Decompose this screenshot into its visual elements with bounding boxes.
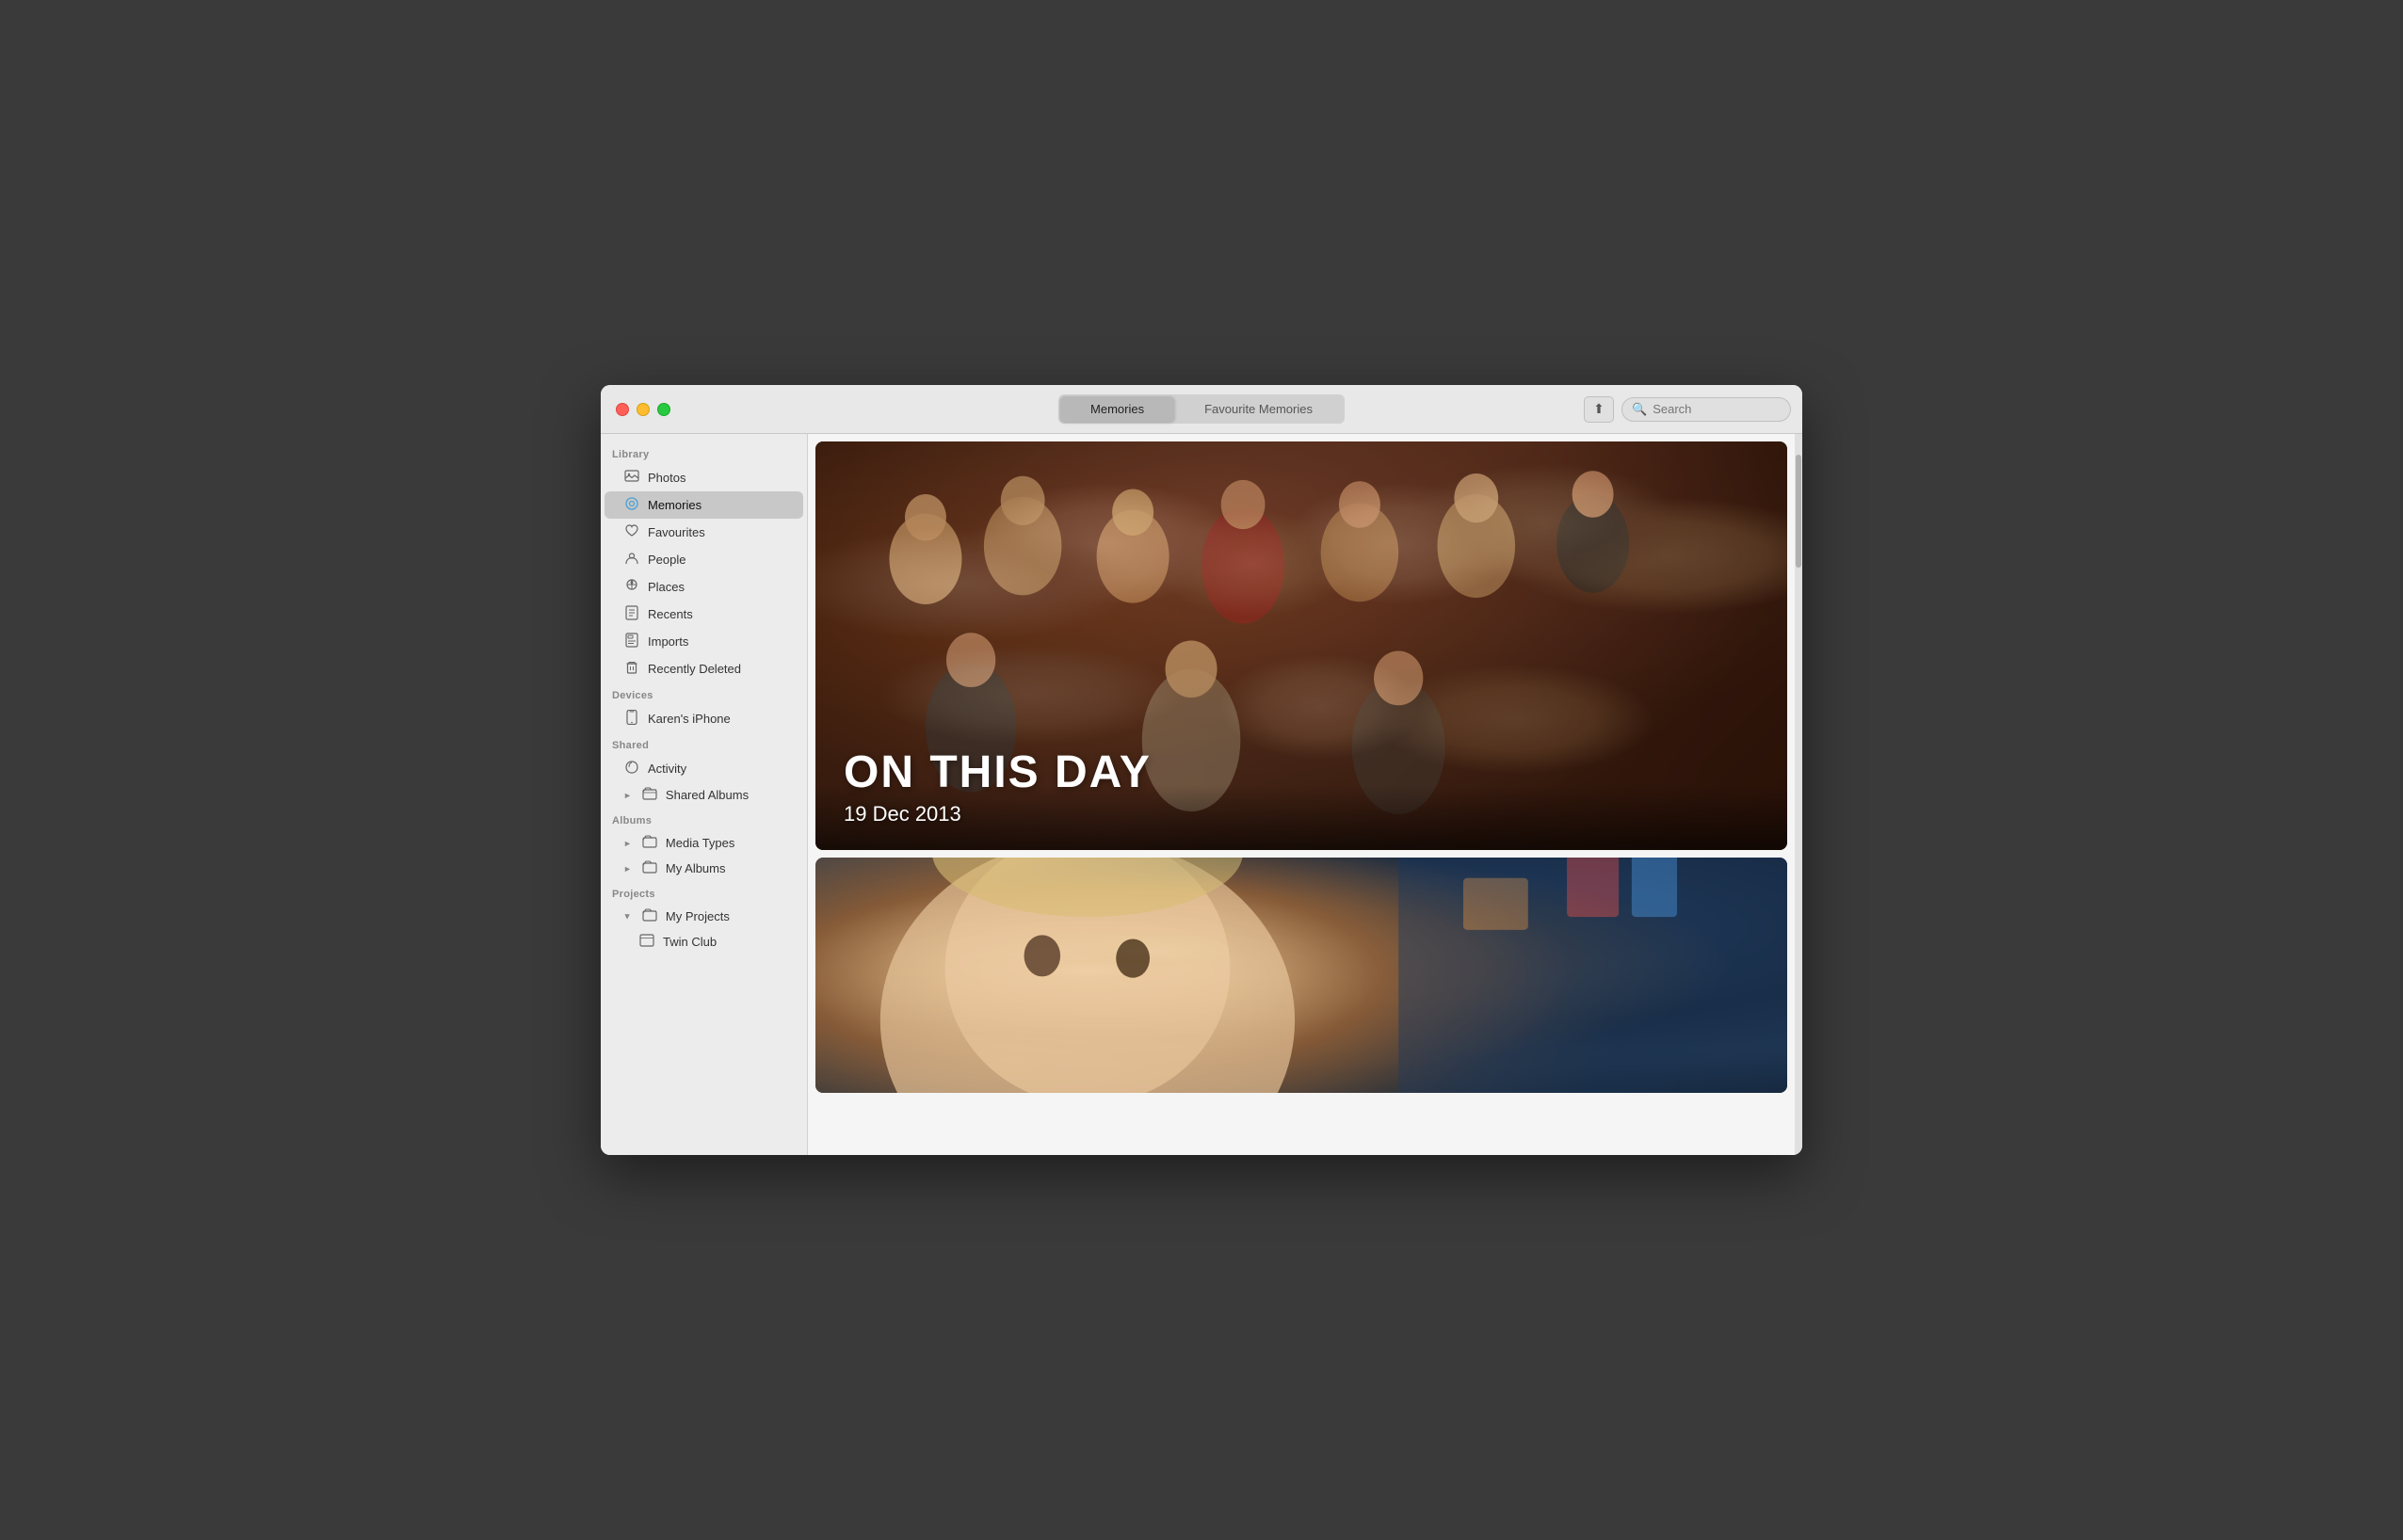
sidebar-item-activity[interactable]: Activity (605, 755, 803, 782)
main-window: Memories Favourite Memories ⬆ 🔍 Library (601, 385, 1802, 1155)
main-content: Library Photos M (601, 434, 1802, 1155)
memory-image-2 (815, 858, 1787, 1093)
titlebar: Memories Favourite Memories ⬆ 🔍 (601, 385, 1802, 434)
sidebar-item-people[interactable]: People (605, 546, 803, 573)
sidebar-label-karens-iphone: Karen's iPhone (648, 712, 731, 726)
section-label-albums: Albums (601, 808, 807, 830)
sidebar-label-media-types: Media Types (666, 836, 734, 850)
memory-overlay-1: ON THIS DAY 19 Dec 2013 (815, 720, 1787, 850)
sidebar-label-recents: Recents (648, 607, 693, 621)
scrollbar[interactable] (1795, 434, 1802, 1155)
places-icon (623, 578, 640, 596)
section-label-projects: Projects (601, 881, 807, 904)
sidebar-label-my-projects: My Projects (666, 909, 730, 923)
sidebar-item-memories[interactable]: Memories (605, 491, 803, 519)
memory-card-2[interactable] (815, 858, 1787, 1093)
section-label-library: Library (601, 441, 807, 464)
search-bar[interactable]: 🔍 (1621, 397, 1791, 422)
sidebar-item-my-projects[interactable]: ► My Projects (605, 904, 803, 929)
tab-memories[interactable]: Memories (1060, 396, 1174, 422)
activity-icon (623, 760, 640, 778)
close-button[interactable] (616, 403, 629, 416)
iphone-icon (623, 710, 640, 728)
maximize-button[interactable] (657, 403, 670, 416)
sidebar-label-imports: Imports (648, 634, 688, 649)
sidebar-label-twin-club: Twin Club (663, 935, 717, 949)
memories-icon (623, 496, 640, 514)
recently-deleted-icon (623, 660, 640, 678)
memory-image-1: ON THIS DAY 19 Dec 2013 (815, 441, 1787, 850)
sidebar-item-shared-albums[interactable]: ► Shared Albums (605, 782, 803, 808)
sidebar: Library Photos M (601, 434, 808, 1155)
memory-title-1: ON THIS DAY (844, 748, 1759, 798)
photos-icon (623, 469, 640, 487)
shared-albums-icon (641, 787, 658, 803)
media-types-expand-arrow[interactable]: ► (623, 839, 632, 848)
content-area[interactable]: ON THIS DAY 19 Dec 2013 (808, 434, 1795, 1155)
sidebar-label-places: Places (648, 580, 685, 594)
section-label-shared: Shared (601, 732, 807, 755)
sidebar-label-shared-albums: Shared Albums (666, 788, 749, 802)
minimize-button[interactable] (637, 403, 650, 416)
sidebar-item-imports[interactable]: Imports (605, 628, 803, 655)
favourites-icon (623, 523, 640, 541)
sidebar-item-recents[interactable]: Recents (605, 601, 803, 628)
my-projects-expand-arrow[interactable]: ► (622, 912, 632, 921)
sidebar-label-activity: Activity (648, 762, 686, 776)
sidebar-item-photos[interactable]: Photos (605, 464, 803, 491)
share-button[interactable]: ⬆ (1584, 396, 1614, 423)
recents-icon (623, 605, 640, 623)
scrollbar-thumb[interactable] (1796, 455, 1801, 568)
toolbar-right: ⬆ 🔍 (1584, 396, 1791, 423)
traffic-lights (601, 403, 670, 416)
sidebar-label-memories: Memories (648, 498, 702, 512)
sidebar-item-recently-deleted[interactable]: Recently Deleted (605, 655, 803, 682)
search-icon: 🔍 (1632, 402, 1647, 417)
sidebar-label-photos: Photos (648, 471, 685, 485)
sidebar-label-favourites: Favourites (648, 525, 705, 539)
sidebar-item-places[interactable]: Places (605, 573, 803, 601)
tab-favourite-memories[interactable]: Favourite Memories (1174, 396, 1343, 422)
sidebar-item-twin-club[interactable]: Twin Club (605, 929, 803, 954)
sidebar-item-my-albums[interactable]: ► My Albums (605, 856, 803, 881)
my-albums-icon (641, 860, 658, 876)
sidebar-label-recently-deleted: Recently Deleted (648, 662, 741, 676)
people-icon (623, 551, 640, 569)
sidebar-label-my-albums: My Albums (666, 861, 726, 875)
memory-card-1[interactable]: ON THIS DAY 19 Dec 2013 (815, 441, 1787, 850)
sidebar-item-media-types[interactable]: ► Media Types (605, 830, 803, 856)
sidebar-label-people: People (648, 553, 685, 567)
media-types-icon (641, 835, 658, 851)
photo-2-background (815, 858, 1787, 1093)
twin-club-icon (638, 934, 655, 950)
my-albums-expand-arrow[interactable]: ► (623, 864, 632, 874)
shared-albums-expand-arrow[interactable]: ► (623, 791, 632, 800)
memory-date-1: 19 Dec 2013 (844, 802, 1759, 826)
section-label-devices: Devices (601, 682, 807, 705)
my-projects-icon (641, 908, 658, 924)
tab-group: Memories Favourite Memories (1058, 394, 1345, 424)
imports-icon (623, 633, 640, 650)
search-input[interactable] (1653, 402, 1784, 416)
share-icon: ⬆ (1593, 401, 1605, 417)
sidebar-item-favourites[interactable]: Favourites (605, 519, 803, 546)
sidebar-item-karens-iphone[interactable]: Karen's iPhone (605, 705, 803, 732)
